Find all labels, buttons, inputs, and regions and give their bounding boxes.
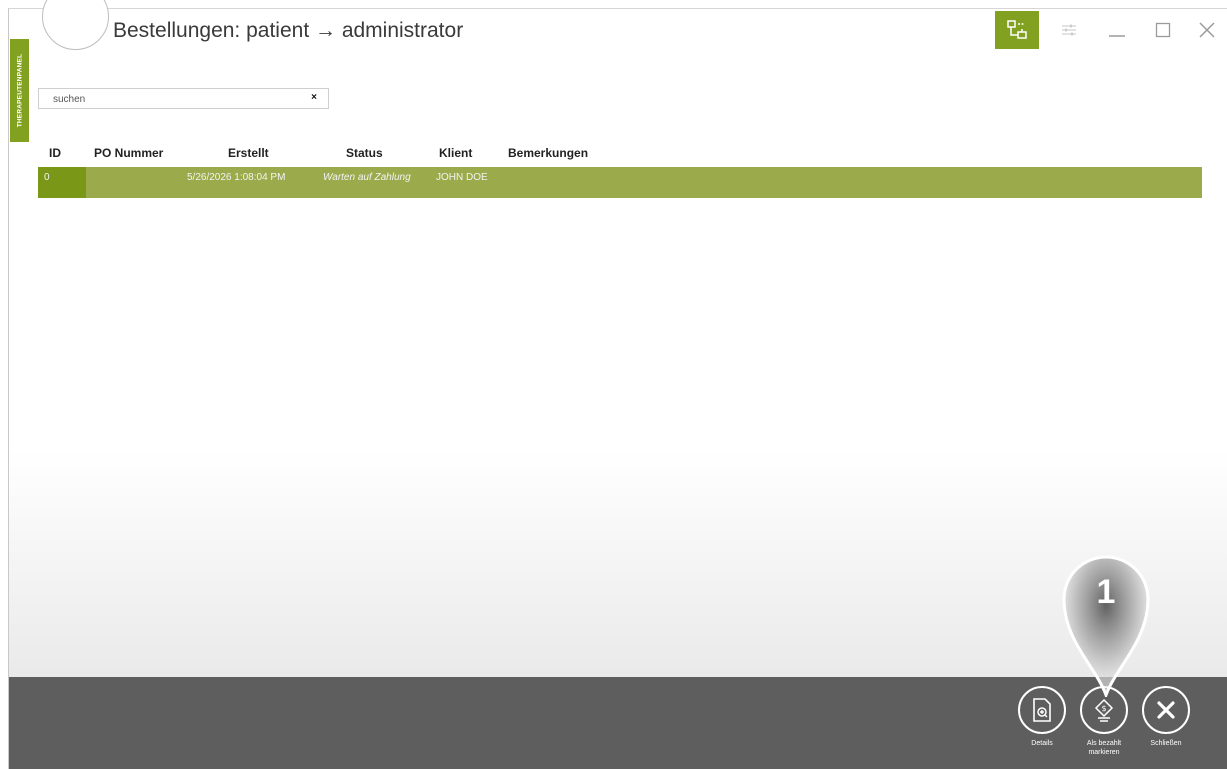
column-header-status[interactable]: Status [346, 146, 383, 160]
page-title: Bestellungen: patient → administrator [113, 19, 464, 42]
cell-created: 5/26/2026 1:08:04 PM [187, 172, 286, 183]
svg-text:$: $ [1101, 704, 1106, 713]
close-icon [1157, 701, 1175, 719]
window-close-button[interactable] [1196, 19, 1218, 41]
close-icon [1199, 22, 1215, 38]
maximize-button[interactable] [1152, 19, 1174, 41]
action-bar: Details $ Als bezahlt markieren Schließe… [9, 677, 1227, 769]
network-icon [1007, 20, 1027, 39]
column-header-po-number[interactable]: PO Nummer [94, 146, 163, 160]
cell-id: 0 [44, 172, 50, 183]
document-search-icon [1033, 698, 1051, 722]
column-header-remarks[interactable]: Bemerkungen [508, 146, 588, 160]
minimize-icon [1109, 35, 1125, 37]
therapist-panel-label: THERAPEUTENPANEL [16, 53, 24, 128]
callout-number: 1 [1096, 573, 1116, 611]
maximize-icon [1155, 22, 1171, 38]
details-label: Details [1031, 740, 1053, 747]
back-button[interactable] [42, 0, 109, 50]
search-input[interactable] [39, 90, 299, 109]
map-pin-icon [1062, 555, 1150, 700]
search-box: × [38, 88, 329, 109]
column-header-client[interactable]: Klient [439, 146, 472, 160]
therapist-panel-tab[interactable]: THERAPEUTENPANEL [10, 39, 29, 142]
cell-client: JOHN DOE [436, 172, 488, 183]
money-hand-icon: $ [1094, 698, 1114, 722]
close-label: Schließen [1150, 740, 1182, 747]
callout-marker: 1 [1058, 549, 1154, 700]
network-button[interactable] [995, 11, 1039, 49]
clear-search-icon[interactable]: × [311, 92, 317, 103]
arrow-left-icon [64, 14, 86, 30]
table-row[interactable]: 0 5/26/2026 1:08:04 PM Warten auf Zahlun… [38, 167, 1202, 198]
mark-paid-label: Als bezahlt markieren [1086, 740, 1122, 756]
cell-status: Warten auf Zahlung [323, 172, 411, 183]
column-header-created[interactable]: Erstellt [228, 146, 269, 160]
app-window: THERAPEUTENPANEL Bestellungen: patient →… [8, 0, 1227, 769]
settings-sliders-button[interactable] [1058, 19, 1080, 41]
settings-sliders-icon [1062, 24, 1076, 36]
minimize-button[interactable] [1106, 19, 1128, 41]
column-header-id[interactable]: ID [49, 146, 61, 160]
